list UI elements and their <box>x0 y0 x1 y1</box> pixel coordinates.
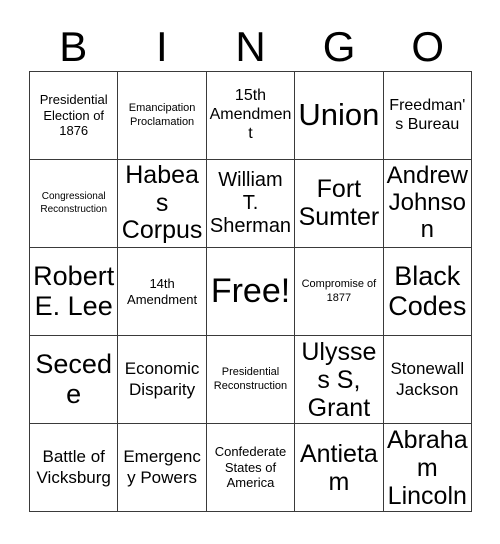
bingo-cell-label: Free! <box>210 271 291 310</box>
bingo-cell-label: Black Codes <box>388 260 467 321</box>
bingo-cell[interactable]: Andrew Johnson <box>383 160 472 248</box>
bingo-cell-label: Fort Sumter <box>298 175 380 231</box>
bingo-cell[interactable]: Habeas Corpus <box>118 160 207 248</box>
bingo-cell[interactable]: Emergency Powers <box>118 424 207 512</box>
bingo-cell-label: Battle of Vicksburg <box>36 447 111 487</box>
bingo-cell-label: Freedman's Bureau <box>389 96 466 133</box>
bingo-header-letter-i: I <box>156 22 168 70</box>
bingo-cell-label: Economic Disparity <box>124 359 200 399</box>
bingo-cell[interactable]: Fort Sumter <box>295 160 384 248</box>
bingo-free-space[interactable]: Free! <box>206 248 296 336</box>
bingo-header: BINGO <box>29 22 472 71</box>
bingo-cell-label: Abraham Lincoln <box>386 425 468 510</box>
bingo-cell[interactable]: Compromise of 1877 <box>295 248 384 336</box>
bingo-grid: Presidential Election of 1876 Emancipatio… <box>29 71 472 512</box>
bingo-cell[interactable]: Union <box>295 72 384 160</box>
bingo-cell[interactable]: Emancipation Proclamation <box>118 72 207 160</box>
bingo-cell[interactable]: 14th Amendment <box>118 248 207 336</box>
bingo-cell[interactable]: Freedman's Bureau <box>383 72 472 160</box>
bingo-cell[interactable]: Stonewall Jackson <box>383 336 472 424</box>
bingo-cell[interactable]: Congressional Reconstruction <box>30 160 119 248</box>
bingo-cell[interactable]: 15th Amendment <box>206 72 296 160</box>
bingo-cell-label: Andrew Johnson <box>386 162 468 243</box>
bingo-cell-label: Congressional Reconstruction <box>40 191 108 215</box>
bingo-header-letter-b: B <box>59 22 88 70</box>
bingo-cell[interactable]: Black Codes <box>383 248 472 336</box>
bingo-cell-label: Stonewall Jackson <box>390 359 465 399</box>
bingo-cell[interactable]: Secede <box>30 336 119 424</box>
bingo-cell[interactable]: William T. Sherman <box>206 160 296 248</box>
bingo-header-letter-g: G <box>322 22 356 70</box>
bingo-cell-label: 15th Amendment <box>209 87 292 142</box>
bingo-cell-label: Ulysses S, Grant <box>301 337 377 422</box>
bingo-cell-label: Presidential Reconstruction <box>213 366 288 392</box>
bingo-cell[interactable]: Confederate States of America <box>206 424 296 512</box>
bingo-cell[interactable]: Presidential Reconstruction <box>206 336 296 424</box>
bingo-header-letter-n: N <box>235 22 266 70</box>
bingo-cell-label: Presidential Election of 1876 <box>39 92 108 139</box>
bingo-cell[interactable]: Abraham Lincoln <box>383 424 472 512</box>
bingo-cell[interactable]: Presidential Election of 1876 <box>30 72 119 160</box>
bingo-cell[interactable]: Ulysses S, Grant <box>295 336 384 424</box>
bingo-cell[interactable]: Battle of Vicksburg <box>30 424 119 512</box>
bingo-header-letter-o: O <box>411 22 444 70</box>
bingo-cell[interactable]: Economic Disparity <box>118 336 207 424</box>
bingo-cell-label: Robert E. Lee <box>33 260 115 321</box>
bingo-cell-label: Secede <box>35 348 112 409</box>
bingo-cell-label: Union <box>298 97 380 133</box>
bingo-cell[interactable]: Antietam <box>295 424 384 512</box>
bingo-cell-label: Confederate States of America <box>214 444 287 491</box>
bingo-cell-label: 14th Amendment <box>127 275 198 307</box>
bingo-cell-label: Habeas Corpus <box>121 161 203 245</box>
bingo-cell-label: Antietam <box>299 439 378 496</box>
bingo-cell-label: Emergency Powers <box>123 447 201 487</box>
bingo-cell-label: Emancipation Proclamation <box>128 102 196 128</box>
bingo-cell-label: Compromise of 1877 <box>301 278 377 304</box>
bingo-card: B I N G O Presidential Election of 1876 Emanc… <box>0 0 500 544</box>
bingo-cell-label: William T. Sherman <box>209 169 292 237</box>
bingo-cell[interactable]: Robert E. Lee <box>30 248 119 336</box>
